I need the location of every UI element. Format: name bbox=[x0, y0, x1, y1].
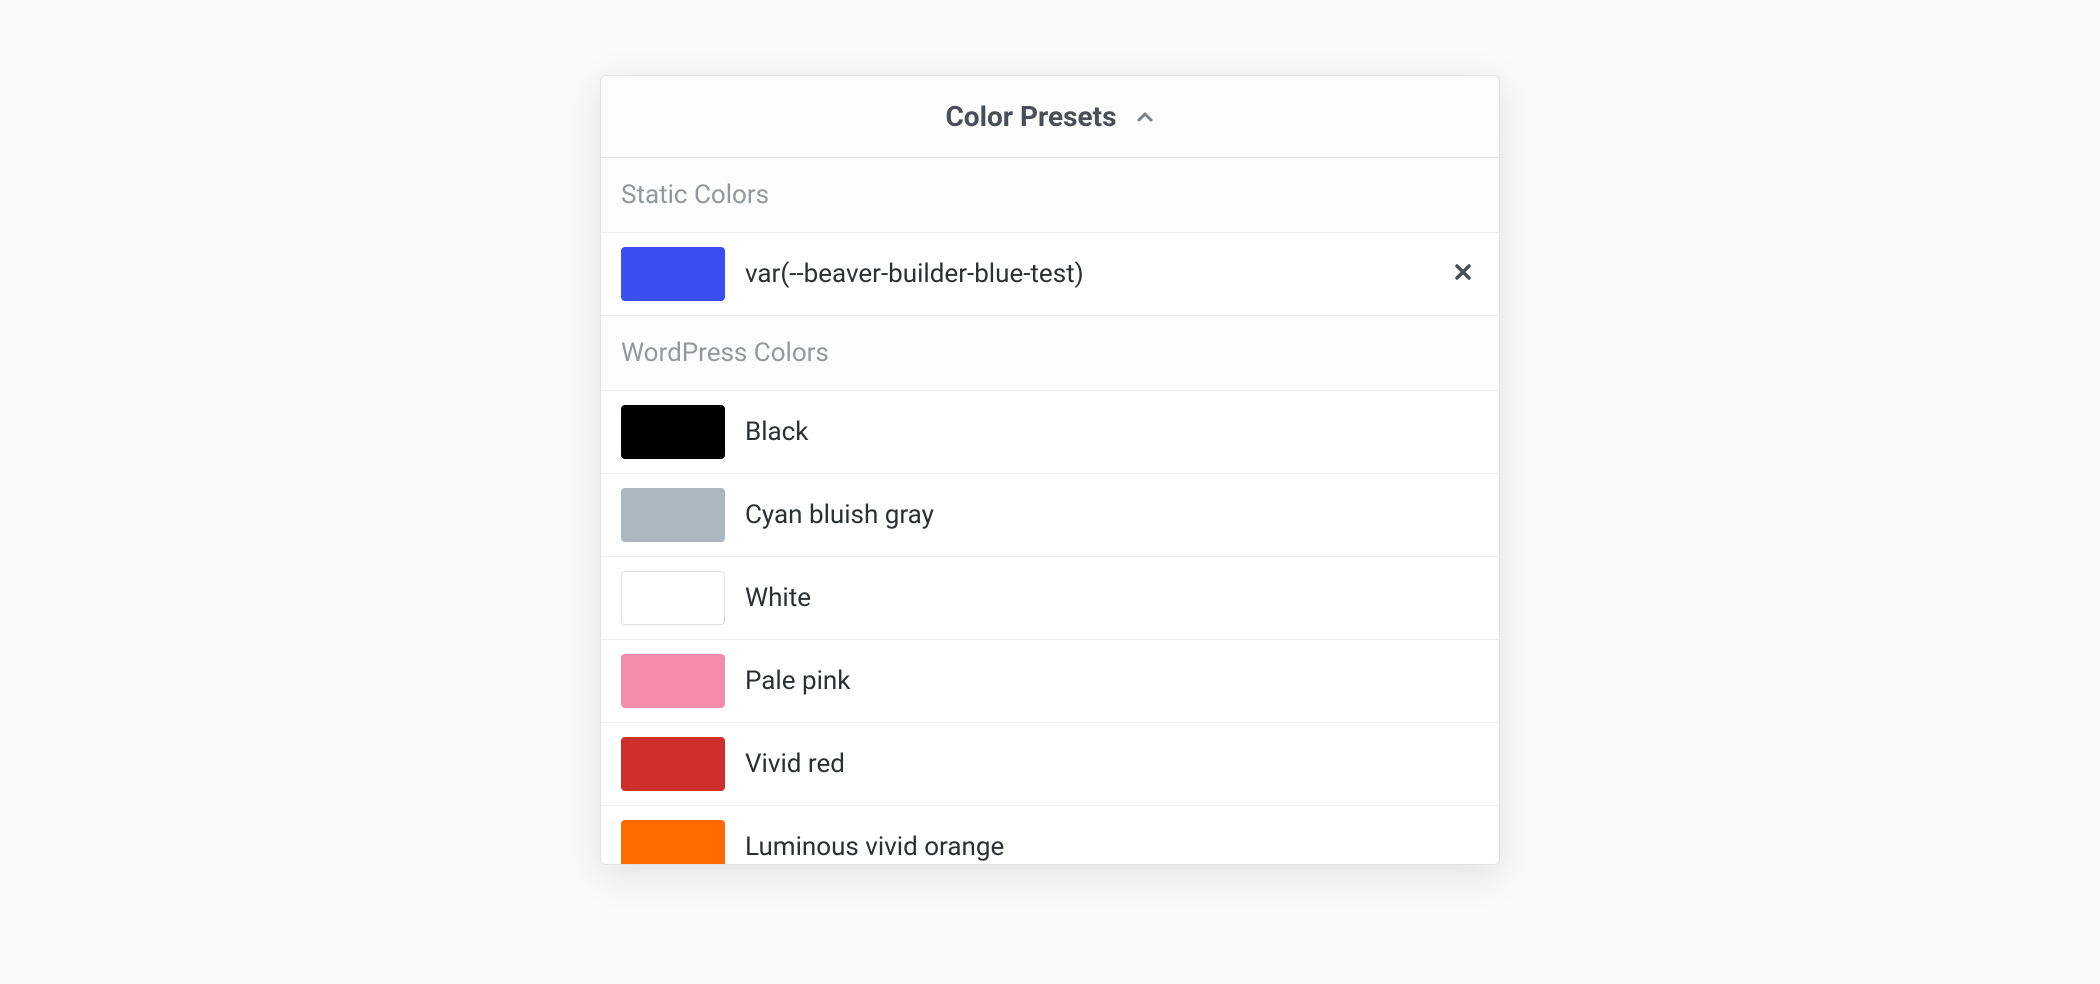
chevron-up-icon[interactable] bbox=[1135, 107, 1155, 127]
panel-header: Color Presets bbox=[601, 76, 1499, 158]
color-label: White bbox=[745, 583, 1479, 613]
color-swatch bbox=[621, 488, 725, 542]
color-preset-row[interactable]: Vivid red bbox=[601, 723, 1499, 806]
color-label: Pale pink bbox=[745, 666, 1479, 696]
color-swatch bbox=[621, 737, 725, 791]
color-preset-row[interactable]: Black bbox=[601, 391, 1499, 474]
color-presets-panel: Color Presets Static Colors var(--beaver… bbox=[600, 75, 1500, 865]
color-preset-row[interactable]: var(--beaver-builder-blue-test) bbox=[601, 233, 1499, 316]
color-preset-row[interactable]: White bbox=[601, 557, 1499, 640]
color-preset-row[interactable]: Cyan bluish gray bbox=[601, 474, 1499, 557]
remove-preset-button[interactable] bbox=[1447, 258, 1479, 290]
color-label: Black bbox=[745, 417, 1479, 447]
color-swatch bbox=[621, 654, 725, 708]
static-colors-heading: Static Colors bbox=[601, 158, 1499, 233]
color-label: Luminous vivid orange bbox=[745, 832, 1479, 862]
color-preset-row[interactable]: Luminous vivid orange bbox=[601, 806, 1499, 864]
panel-title: Color Presets bbox=[945, 100, 1116, 133]
close-icon bbox=[1453, 262, 1473, 286]
color-label: Vivid red bbox=[745, 749, 1479, 779]
color-label: Cyan bluish gray bbox=[745, 500, 1479, 530]
color-swatch bbox=[621, 571, 725, 625]
color-swatch bbox=[621, 820, 725, 864]
color-swatch bbox=[621, 247, 725, 301]
color-preset-row[interactable]: Pale pink bbox=[601, 640, 1499, 723]
color-label: var(--beaver-builder-blue-test) bbox=[745, 259, 1427, 289]
preset-scroll-area[interactable]: Static Colors var(--beaver-builder-blue-… bbox=[601, 158, 1499, 864]
color-swatch bbox=[621, 405, 725, 459]
wordpress-colors-heading: WordPress Colors bbox=[601, 316, 1499, 391]
